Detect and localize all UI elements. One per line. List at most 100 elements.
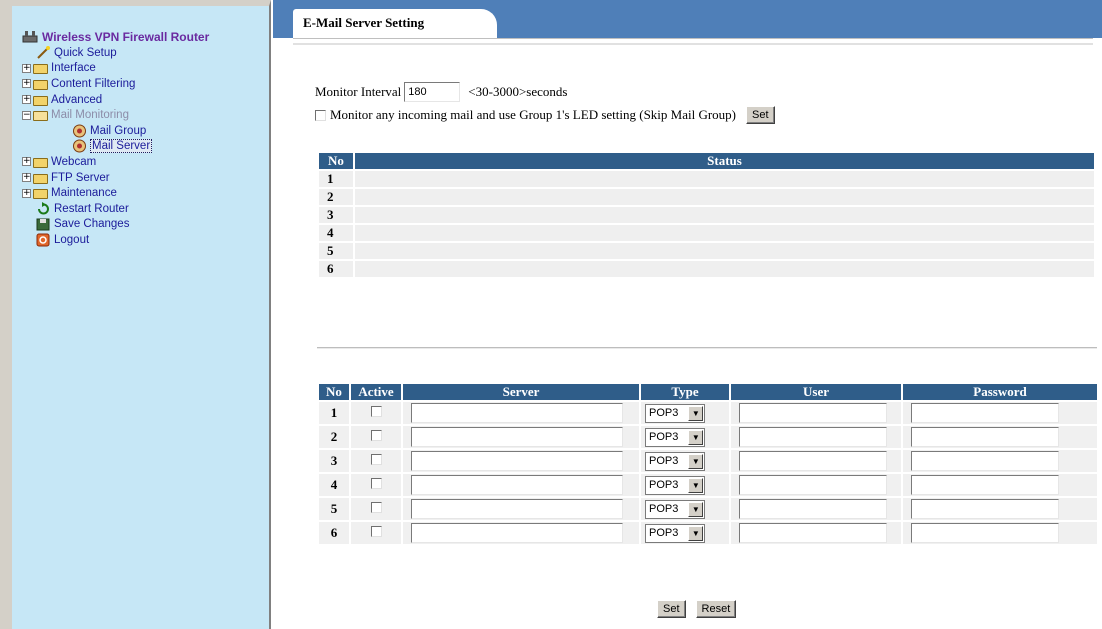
expand-icon[interactable]: +: [22, 63, 31, 73]
monitor-set-button[interactable]: Set: [746, 106, 775, 124]
active-checkbox[interactable]: [370, 502, 382, 513]
sidebar-item-ftp-server[interactable]: + FTP Server: [22, 170, 209, 186]
server-header-server: Server: [403, 384, 639, 400]
sidebar-item-maintenance[interactable]: + Maintenance: [22, 185, 209, 201]
server-header-user: User: [731, 384, 901, 400]
active-checkbox[interactable]: [370, 478, 382, 489]
user-input[interactable]: [739, 403, 887, 423]
sidebar-item-label: Mail Monitoring: [51, 109, 129, 122]
password-cell: [903, 450, 1097, 472]
mail-group-icon: [73, 124, 86, 138]
sidebar-item-quick-setup[interactable]: Quick Setup: [22, 45, 209, 61]
server-row-no: 6: [319, 522, 349, 544]
type-select[interactable]: POP3 ▼: [645, 475, 706, 495]
active-checkbox[interactable]: [370, 526, 382, 537]
sidebar-item-mail-group[interactable]: Mail Group: [22, 123, 209, 139]
table-row: 2: [319, 189, 1094, 205]
sidebar-item-restart-router[interactable]: Restart Router: [22, 201, 209, 217]
dropdown-arrow-icon[interactable]: ▼: [688, 477, 704, 493]
server-input[interactable]: [411, 499, 623, 519]
password-input[interactable]: [911, 499, 1059, 519]
active-checkbox[interactable]: [370, 454, 382, 465]
monitor-led-checkbox[interactable]: [315, 109, 326, 121]
server-cell: [403, 450, 639, 472]
user-cell: [731, 450, 901, 472]
monitor-interval-input[interactable]: [404, 82, 461, 102]
type-select-value: POP3: [649, 527, 679, 539]
user-input[interactable]: [739, 451, 887, 471]
server-cell: [403, 402, 639, 424]
active-checkbox[interactable]: [370, 430, 382, 441]
server-cell: [403, 522, 639, 544]
password-cell: [903, 522, 1097, 544]
password-cell: [903, 474, 1097, 496]
server-header-no: No: [319, 384, 349, 400]
password-input[interactable]: [911, 403, 1059, 423]
dropdown-arrow-icon[interactable]: ▼: [688, 429, 704, 445]
server-row-no: 4: [319, 474, 349, 496]
sidebar-item-logout[interactable]: Logout: [22, 232, 209, 248]
monitor-interval-row: Monitor Interval <30-3000>seconds: [315, 82, 567, 102]
password-input[interactable]: [911, 475, 1059, 495]
sidebar-item-webcam[interactable]: + Webcam: [22, 154, 209, 170]
led-setting-row: Monitor any incoming mail and use Group …: [315, 106, 775, 124]
form-actions: Set Reset: [657, 600, 737, 618]
dropdown-arrow-icon[interactable]: ▼: [688, 501, 704, 517]
set-button[interactable]: Set: [657, 600, 686, 618]
server-input[interactable]: [411, 451, 623, 471]
user-input[interactable]: [739, 475, 887, 495]
dropdown-arrow-icon[interactable]: ▼: [688, 405, 704, 421]
sidebar-item-content-filtering[interactable]: + Content Filtering: [22, 76, 209, 92]
user-input[interactable]: [739, 523, 887, 543]
password-input[interactable]: [911, 427, 1059, 447]
active-cell: [351, 522, 401, 544]
user-cell: [731, 426, 901, 448]
status-cell: [355, 243, 1094, 259]
tree-root[interactable]: Wireless VPN Firewall Router: [22, 28, 209, 45]
folder-icon: [33, 157, 48, 168]
server-input[interactable]: [411, 403, 623, 423]
status-cell: [355, 225, 1094, 241]
active-checkbox[interactable]: [370, 406, 382, 417]
save-icon: [36, 218, 50, 231]
dropdown-arrow-icon[interactable]: ▼: [688, 525, 704, 541]
type-select[interactable]: POP3 ▼: [645, 523, 706, 543]
type-cell: POP3 ▼: [641, 402, 729, 424]
sidebar-item-interface[interactable]: + Interface: [22, 61, 209, 77]
tab-label: E-Mail Server Setting: [303, 15, 425, 30]
password-input[interactable]: [911, 523, 1059, 543]
reset-button[interactable]: Reset: [695, 600, 737, 618]
collapse-icon[interactable]: −: [22, 110, 31, 120]
expand-icon[interactable]: +: [22, 79, 31, 89]
sidebar-item-save-changes[interactable]: Save Changes: [22, 217, 209, 233]
expand-icon[interactable]: +: [22, 188, 31, 198]
dropdown-arrow-icon[interactable]: ▼: [688, 453, 704, 469]
type-select[interactable]: POP3 ▼: [645, 499, 706, 519]
sidebar-item-label: FTP Server: [51, 171, 110, 184]
table-row: 3 POP3 ▼: [319, 450, 1097, 472]
logout-icon: [36, 233, 50, 247]
tab-email-server-setting[interactable]: E-Mail Server Setting: [293, 9, 497, 38]
status-row-no: 1: [319, 171, 353, 187]
restart-icon: [38, 201, 49, 215]
expand-icon[interactable]: +: [22, 157, 31, 167]
sidebar-item-advanced[interactable]: + Advanced: [22, 92, 209, 108]
server-input[interactable]: [411, 523, 623, 543]
type-select[interactable]: POP3 ▼: [645, 427, 706, 447]
password-input[interactable]: [911, 451, 1059, 471]
server-input[interactable]: [411, 427, 623, 447]
user-input[interactable]: [739, 499, 887, 519]
sidebar-item-mail-monitoring[interactable]: − Mail Monitoring: [22, 107, 209, 123]
type-select[interactable]: POP3 ▼: [645, 451, 706, 471]
status-cell: [355, 207, 1094, 223]
sidebar-item-mail-server[interactable]: Mail Server: [22, 139, 209, 155]
table-row: 5 POP3 ▼: [319, 498, 1097, 520]
expand-icon[interactable]: +: [22, 173, 31, 183]
server-input[interactable]: [411, 475, 623, 495]
type-cell: POP3 ▼: [641, 498, 729, 520]
server-header-active: Active: [351, 384, 401, 400]
type-select[interactable]: POP3 ▼: [645, 403, 706, 423]
user-input[interactable]: [739, 427, 887, 447]
tree-root-label: Wireless VPN Firewall Router: [42, 29, 210, 44]
expand-icon[interactable]: +: [22, 95, 31, 105]
